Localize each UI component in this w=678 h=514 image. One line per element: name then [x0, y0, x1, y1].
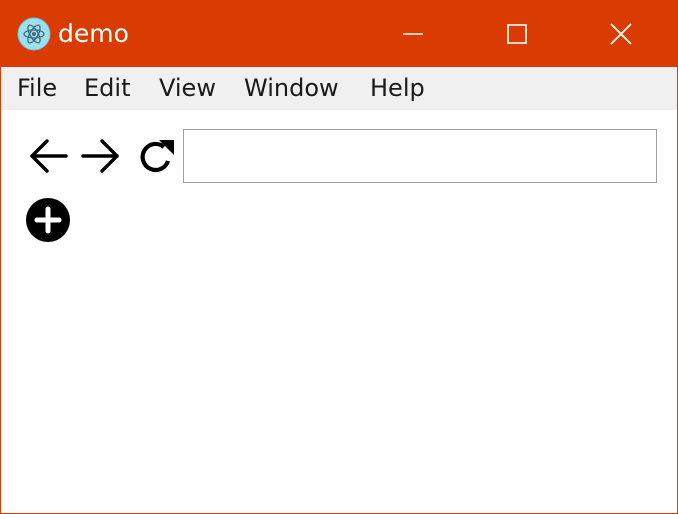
app-window: demo File Edit View Window Help — [0, 0, 678, 514]
electron-atom-icon — [17, 17, 51, 51]
menu-help[interactable]: Help — [370, 67, 425, 110]
arrow-left-icon — [28, 137, 68, 175]
add-button[interactable] — [25, 197, 71, 243]
forward-button[interactable] — [81, 137, 121, 175]
menu-window[interactable]: Window — [244, 67, 339, 110]
arrow-right-icon — [81, 137, 121, 175]
reload-icon — [135, 136, 177, 178]
plus-circle-icon — [25, 197, 71, 243]
menu-edit[interactable]: Edit — [84, 67, 130, 110]
minimize-button[interactable] — [361, 1, 465, 67]
back-button[interactable] — [28, 137, 68, 175]
maximize-icon — [506, 23, 528, 45]
title-bar[interactable]: demo — [1, 1, 677, 67]
content-area — [1, 110, 677, 513]
close-button[interactable] — [569, 1, 673, 67]
menu-bar: File Edit View Window Help — [1, 67, 677, 110]
reload-button[interactable] — [135, 136, 177, 178]
menu-view[interactable]: View — [159, 67, 216, 110]
menu-file[interactable]: File — [17, 67, 57, 110]
minimize-icon — [402, 23, 424, 45]
maximize-button[interactable] — [465, 1, 569, 67]
window-title: demo — [58, 19, 129, 48]
close-icon — [609, 22, 633, 46]
url-input[interactable] — [183, 129, 657, 183]
